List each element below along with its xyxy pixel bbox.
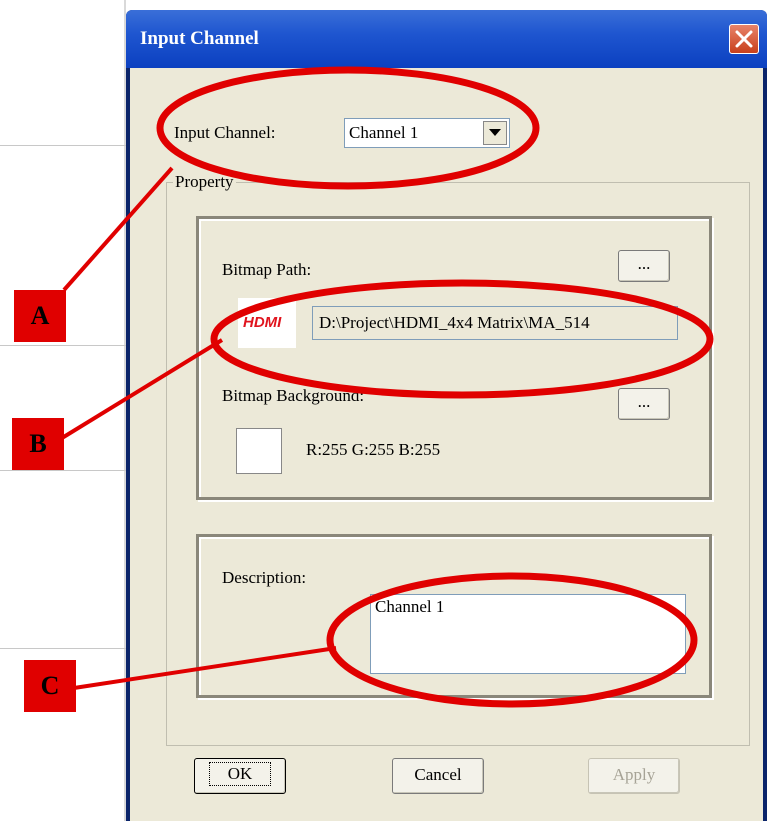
bitmap-background-browse-button[interactable]: ... [618, 388, 670, 420]
bitmap-path-field[interactable]: D:\Project\HDMI_4x4 Matrix\MA_514 [312, 306, 678, 340]
annotation-label-c: C [24, 660, 76, 712]
input-channel-select[interactable]: Channel 1 [344, 118, 510, 148]
bitmap-path-value: D:\Project\HDMI_4x4 Matrix\MA_514 [319, 313, 590, 332]
annotation-label-a: A [14, 290, 66, 342]
apply-button[interactable]: Apply [588, 758, 680, 794]
ok-button-label: OK [208, 762, 272, 786]
hdmi-logo: HDMI [243, 314, 282, 331]
input-channel-value: Channel 1 [349, 123, 419, 142]
close-icon [735, 30, 753, 48]
input-channel-dialog: Input Channel Input Channel: Channel 1 P… [126, 10, 767, 821]
background-gridline [0, 470, 126, 471]
close-button[interactable] [729, 24, 759, 54]
bitmap-path-browse-button[interactable]: ... [618, 250, 670, 282]
chevron-down-icon [489, 129, 501, 136]
background-gridline [0, 145, 126, 146]
annotation-label-b: B [12, 418, 64, 470]
cancel-button[interactable]: Cancel [392, 758, 484, 794]
color-swatch[interactable] [236, 428, 282, 474]
bitmap-path-label: Bitmap Path: [222, 260, 312, 279]
input-channel-label: Input Channel: [174, 123, 276, 142]
bitmap-background-label: Bitmap Background: [222, 386, 365, 405]
title-bar[interactable]: Input Channel [126, 10, 767, 68]
bitmap-preview: HDMI [238, 298, 296, 348]
ok-button[interactable]: OK [194, 758, 286, 794]
background-gridline [0, 345, 126, 346]
rgb-value: R:255 G:255 B:255 [306, 440, 441, 459]
description-label: Description: [222, 568, 307, 587]
dialog-body: Input Channel: Channel 1 Property Bitmap… [130, 68, 763, 821]
description-value: Channel 1 [375, 597, 445, 616]
background-gridline [0, 648, 126, 649]
description-textarea[interactable]: Channel 1 [370, 594, 686, 674]
dialog-title: Input Channel [140, 28, 259, 49]
property-group-title: Property [173, 172, 236, 192]
dropdown-button[interactable] [483, 121, 507, 145]
